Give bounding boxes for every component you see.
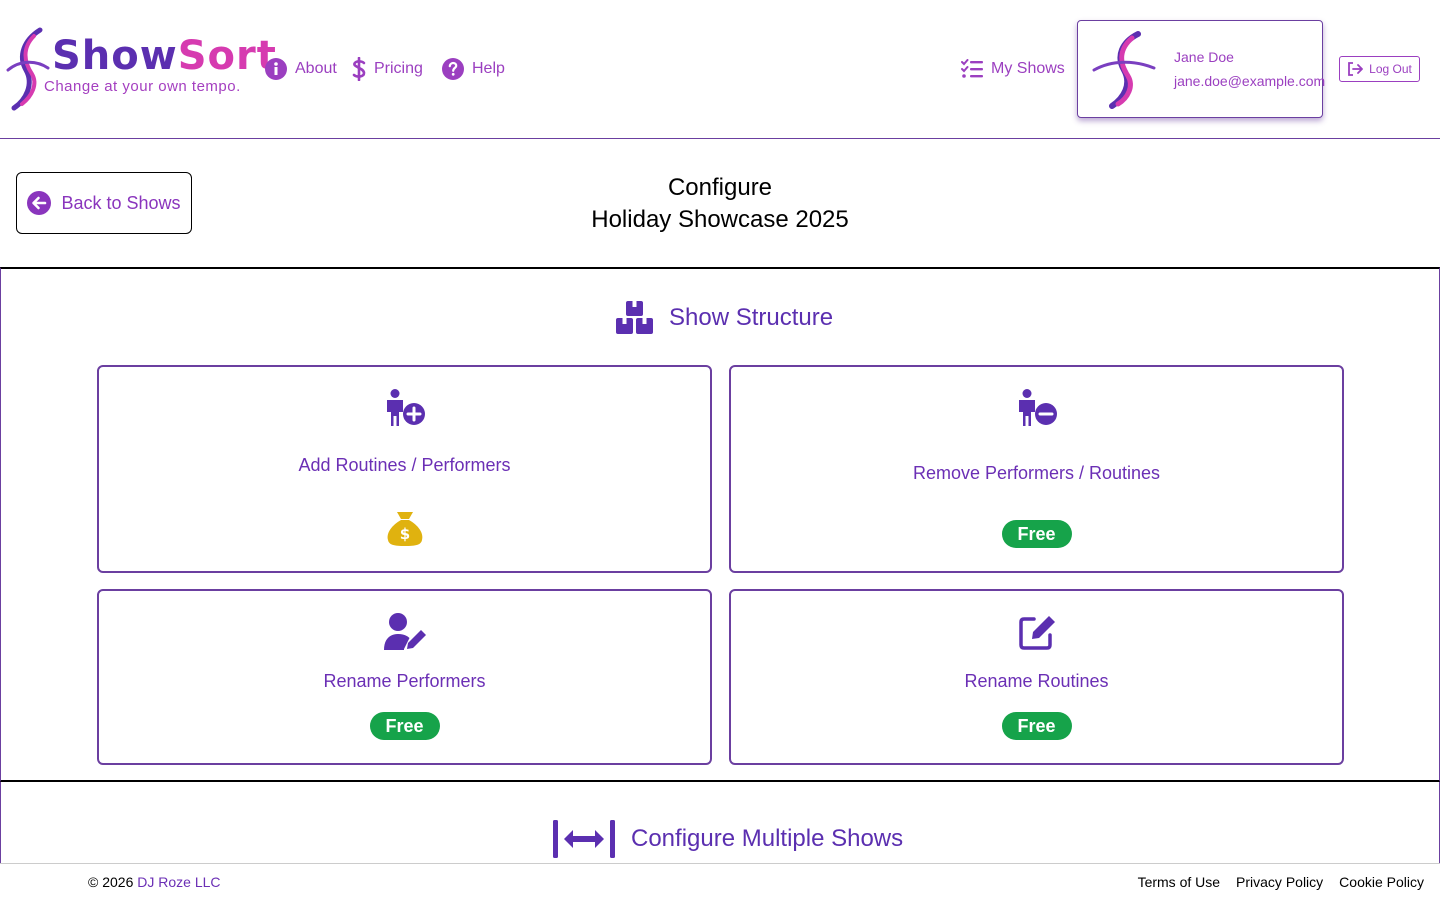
rename-routines-label: Rename Routines: [964, 671, 1109, 691]
rename-performers-card[interactable]: Rename Performers Free: [97, 589, 712, 765]
user-name: Jane Doe: [1174, 49, 1234, 65]
user-pen-icon: [383, 613, 426, 650]
logo-swirl-icon: [6, 27, 50, 111]
rename-routines-card[interactable]: Rename Routines Free: [729, 589, 1344, 765]
person-remove-icon: [1018, 389, 1057, 426]
cookie-link[interactable]: Cookie Policy: [1339, 874, 1424, 890]
free-badge: Free: [369, 712, 440, 740]
nav-pricing-label: Pricing: [374, 60, 423, 77]
showsort-logo[interactable]: ShowSort Change at your own tempo.: [4, 26, 276, 112]
boxes-icon: [616, 301, 653, 334]
nav-about[interactable]: About: [265, 56, 337, 82]
info-icon: [265, 58, 287, 80]
nav-about-label: About: [295, 60, 337, 77]
show-structure-heading: Show Structure: [616, 301, 833, 335]
remove-performers-routines-card[interactable]: Remove Performers / Routines Free: [729, 365, 1344, 573]
svg-text:$: $: [399, 525, 409, 543]
back-to-shows-label: Back to Shows: [61, 192, 181, 213]
sign-out-icon: [1348, 62, 1364, 76]
app-header: ShowSort Change at your own tempo. About…: [0, 0, 1440, 139]
logout-label: Log Out: [1369, 62, 1412, 76]
dollar-icon: [352, 57, 366, 81]
logo-wordmark: ShowSort: [52, 33, 277, 79]
avatar: [1092, 31, 1156, 109]
page-title-show-name: Holiday Showcase 2025: [591, 206, 849, 233]
show-structure-title: Show Structure: [669, 304, 834, 331]
page-footer: © 2026 DJ Roze LLC Terms of Use Privacy …: [0, 863, 1440, 900]
terms-link[interactable]: Terms of Use: [1138, 874, 1220, 890]
nav-pricing[interactable]: Pricing: [352, 56, 423, 82]
back-to-shows-button[interactable]: Back to Shows: [16, 172, 192, 234]
company-link[interactable]: DJ Roze LLC: [137, 874, 220, 890]
free-badge: Free: [1001, 712, 1072, 740]
configure-multiple-shows-title: Configure Multiple Shows: [631, 825, 904, 852]
privacy-link[interactable]: Privacy Policy: [1236, 874, 1323, 890]
logout-button[interactable]: Log Out: [1339, 56, 1420, 82]
logo-tagline: Change at your own tempo.: [44, 78, 241, 95]
copyright: © 2026 DJ Roze LLC: [88, 874, 221, 890]
edit-icon: [1018, 616, 1055, 650]
list-check-icon: [961, 59, 983, 78]
nav-my-shows[interactable]: My Shows: [961, 56, 1065, 82]
user-email: jane.doe@example.com: [1174, 73, 1326, 89]
page-title: Configure Holiday Showcase 2025: [420, 172, 1020, 236]
nav-my-shows-label: My Shows: [991, 60, 1065, 77]
nav-help-label: Help: [472, 60, 505, 77]
page-title-line1: Configure: [667, 174, 773, 201]
add-routines-performers-label: Add Routines / Performers: [298, 455, 511, 475]
rename-performers-label: Rename Performers: [323, 671, 486, 691]
configure-multiple-shows-section: Configure Multiple Shows: [0, 782, 1440, 864]
configure-multiple-shows-heading: Configure Multiple Shows: [553, 820, 903, 858]
footer-links: Terms of Use Privacy Policy Cookie Polic…: [1138, 874, 1424, 890]
arrows-left-right-to-line-icon: [553, 820, 615, 858]
arrow-left-circle-icon: [27, 191, 52, 215]
remove-performers-routines-label: Remove Performers / Routines: [912, 463, 1161, 483]
money-bag-icon: $: [387, 512, 422, 546]
free-badge: Free: [1001, 520, 1072, 548]
question-icon: [442, 58, 464, 80]
person-add-icon: [386, 389, 425, 426]
copyright-year: © 2026: [88, 874, 134, 890]
show-structure-section: Show Structure Add Routines / Performers…: [0, 267, 1440, 782]
add-routines-performers-card[interactable]: Add Routines / Performers $: [97, 365, 712, 573]
user-profile-card[interactable]: Jane Doe jane.doe@example.com: [1077, 20, 1326, 118]
nav-help[interactable]: Help: [442, 56, 505, 82]
